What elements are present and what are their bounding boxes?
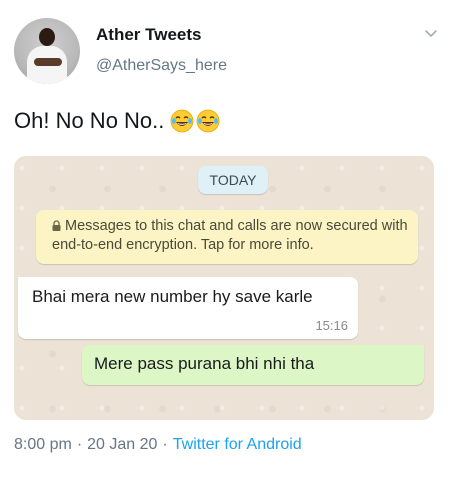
tweet-date: 20 Jan 20: [87, 436, 158, 453]
lock-icon: [52, 220, 61, 231]
author-handle[interactable]: @AtherSays_here: [96, 57, 227, 75]
tweet-body: Oh! No No No..: [14, 108, 165, 133]
tweet-meta: 8:00 pm · 20 Jan 20 · Twitter for Android: [14, 436, 302, 454]
outgoing-message-text: Mere pass purana bhi nhi tha: [94, 354, 315, 373]
author-display-name[interactable]: Ather Tweets: [96, 25, 202, 45]
incoming-message-bubble: Bhai mera new number hy save karle 15:16: [18, 277, 358, 339]
avatar[interactable]: [14, 18, 80, 84]
avatar-arms: [34, 58, 62, 66]
encryption-notice[interactable]: Messages to this chat and calls are now …: [36, 210, 418, 264]
emoji-group: [170, 109, 220, 133]
date-chip: TODAY: [198, 166, 268, 194]
incoming-message-time: 15:16: [315, 318, 348, 333]
chevron-down-icon[interactable]: [424, 26, 438, 40]
tweet-card: Ather Tweets @AtherSays_here Oh! No No N…: [0, 0, 450, 477]
encryption-notice-text: Messages to this chat and calls are now …: [52, 218, 408, 253]
outgoing-message-bubble: Mere pass purana bhi nhi tha: [82, 345, 424, 385]
meta-separator: ·: [162, 436, 168, 453]
tweet-text: Oh! No No No..: [14, 108, 220, 134]
meta-separator: ·: [76, 436, 83, 453]
incoming-message-text: Bhai mera new number hy save karle: [32, 287, 313, 306]
laughing-tears-emoji-icon: [170, 109, 194, 133]
laughing-tears-emoji-icon: [196, 109, 220, 133]
tweet-time: 8:00 pm: [14, 436, 72, 453]
tweet-client-link[interactable]: Twitter for Android: [173, 436, 302, 453]
avatar-head: [39, 28, 55, 46]
attached-chat-screenshot[interactable]: TODAY Messages to this chat and calls ar…: [14, 156, 434, 420]
